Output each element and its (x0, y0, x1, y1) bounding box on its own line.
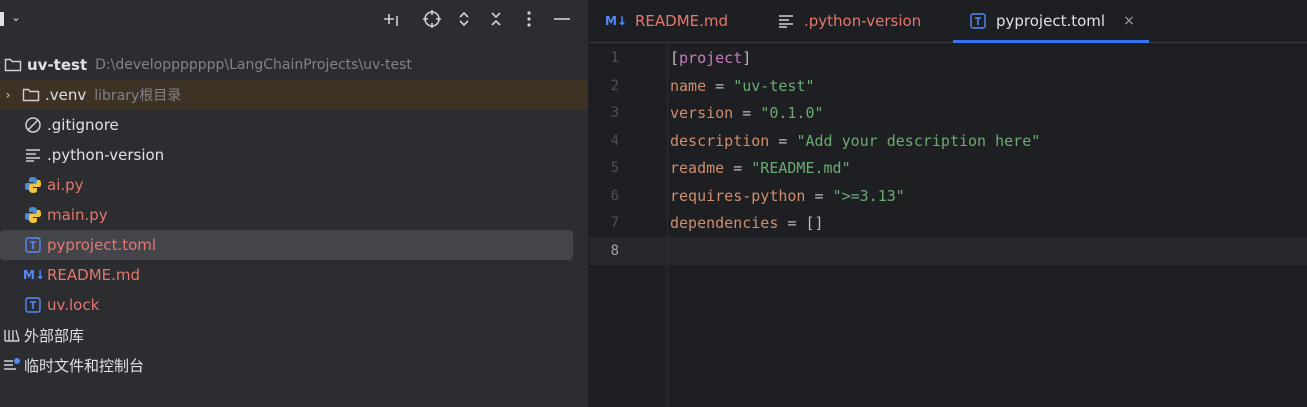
code-key: dependencies (670, 214, 779, 232)
tree-item-external-libraries[interactable]: 外部部库 (0, 320, 588, 350)
tree-item-venv[interactable]: › .venv library根目录 (0, 80, 588, 110)
code-key: name (670, 76, 707, 95)
folder-icon (3, 55, 23, 75)
project-panel: ⌄ uv-test D:\developpppppp\LangChainProj… (0, 0, 589, 407)
toml-file-icon (23, 295, 43, 315)
python-file-icon (23, 175, 43, 195)
code-string: ">=3.13" (832, 186, 905, 205)
item-label: .gitignore (47, 116, 119, 134)
item-label: 外部部库 (24, 326, 85, 345)
item-label: main.py (47, 206, 108, 224)
code-line-6: requires-python = ">=3.13" (670, 186, 905, 205)
current-line-highlight (589, 237, 1307, 265)
code-key: version (670, 104, 734, 122)
scratches-icon (2, 355, 22, 375)
library-icon (2, 325, 22, 345)
tab-label: README.md (635, 12, 729, 30)
line-number: 8 (610, 242, 619, 259)
root-path: D:\developpppppp\LangChainProjects\uv-te… (95, 57, 412, 73)
tree-item-pyproject-toml[interactable]: pyproject.toml (0, 230, 573, 260)
item-label: pyproject.toml (47, 236, 157, 254)
tab-pyproject-toml[interactable]: pyproject.toml × (953, 0, 1149, 43)
tab-python-version[interactable]: .python-version (776, 0, 921, 42)
folder-icon (21, 85, 41, 105)
chevron-right-icon[interactable]: › (0, 88, 16, 102)
line-number: 2 (610, 77, 619, 94)
code-line-1: [project] (670, 49, 752, 67)
editor-tab-bar: M↓ README.md .python-version pyproject.t… (589, 0, 1307, 43)
line-number: 1 (610, 50, 619, 66)
markdown-file-icon: M↓ (605, 14, 627, 28)
library-root-hint: library根目录 (94, 88, 182, 104)
tree-item-uv-lock[interactable]: uv.lock (0, 290, 588, 320)
collapse-all-icon[interactable] (485, 8, 507, 30)
toml-file-icon (968, 11, 988, 31)
code-line-7: dependencies = [] (670, 214, 824, 232)
tab-readme-md[interactable]: M↓ README.md (605, 0, 728, 42)
item-label: ai.py (47, 176, 84, 194)
code-key: description (670, 131, 770, 150)
chevron-down-icon[interactable]: ⌄ (11, 10, 21, 24)
project-panel-header: ⌄ (0, 0, 588, 38)
code-string: "README.md" (751, 159, 851, 177)
tab-label: .python-version (804, 12, 922, 30)
tab-label: pyproject.toml (996, 12, 1106, 30)
item-label: .python-version (47, 146, 165, 164)
python-file-icon (23, 205, 43, 225)
more-options-icon[interactable] (518, 8, 540, 30)
tree-item-main-py[interactable]: main.py (0, 200, 588, 230)
code-string: "uv-test" (733, 76, 815, 95)
line-number: 6 (610, 187, 619, 204)
code-array: [] (805, 214, 824, 232)
line-number: 4 (610, 132, 619, 149)
locate-icon[interactable] (421, 8, 443, 30)
code-line-4: description = "Add your description here… (670, 131, 1041, 150)
table-header: project (679, 49, 743, 67)
item-label: 临时文件和控制台 (24, 356, 145, 375)
code-line-3: version = "0.1.0" (670, 104, 824, 122)
new-file-icon[interactable] (380, 8, 402, 30)
code-key: requires-python (670, 186, 806, 205)
hide-panel-icon[interactable] (551, 8, 573, 30)
item-label: uv.lock (47, 296, 100, 314)
editor: M↓ README.md .python-version pyproject.t… (589, 0, 1307, 407)
line-number-gutter: 1 2 3 4 5 6 7 8 (589, 43, 668, 407)
tree-item-ai-py[interactable]: ai.py (0, 170, 588, 200)
text-file-icon (776, 11, 796, 31)
line-number: 5 (610, 160, 619, 176)
tree-item-python-version[interactable]: .python-version (0, 140, 588, 170)
line-number: 3 (610, 105, 619, 121)
code-string: "Add your description here" (796, 131, 1041, 150)
markdown-file-icon: M↓ (23, 268, 45, 282)
close-icon[interactable]: × (1123, 13, 1135, 29)
item-label: .venv (45, 86, 87, 104)
panel-title-fragment (0, 12, 4, 26)
tree-root-uv-test[interactable]: uv-test D:\developpppppp\LangChainProjec… (0, 50, 588, 80)
ignored-file-icon (23, 115, 43, 135)
tree-item-gitignore[interactable]: .gitignore (0, 110, 588, 140)
root-name: uv-test (27, 56, 88, 74)
tree-item-scratches[interactable]: 临时文件和控制台 (0, 350, 588, 380)
line-number: 7 (610, 215, 619, 231)
expand-all-icon[interactable] (453, 8, 475, 30)
item-label: README.md (47, 266, 141, 284)
code-line-2: name = "uv-test" (670, 76, 815, 95)
code-string: "0.1.0" (760, 104, 824, 122)
toml-file-icon (23, 235, 43, 255)
tree-item-readme-md[interactable]: M↓ README.md (0, 260, 588, 290)
text-file-icon (23, 145, 43, 165)
code-key: readme (670, 159, 725, 177)
code-line-5: readme = "README.md" (670, 159, 851, 177)
